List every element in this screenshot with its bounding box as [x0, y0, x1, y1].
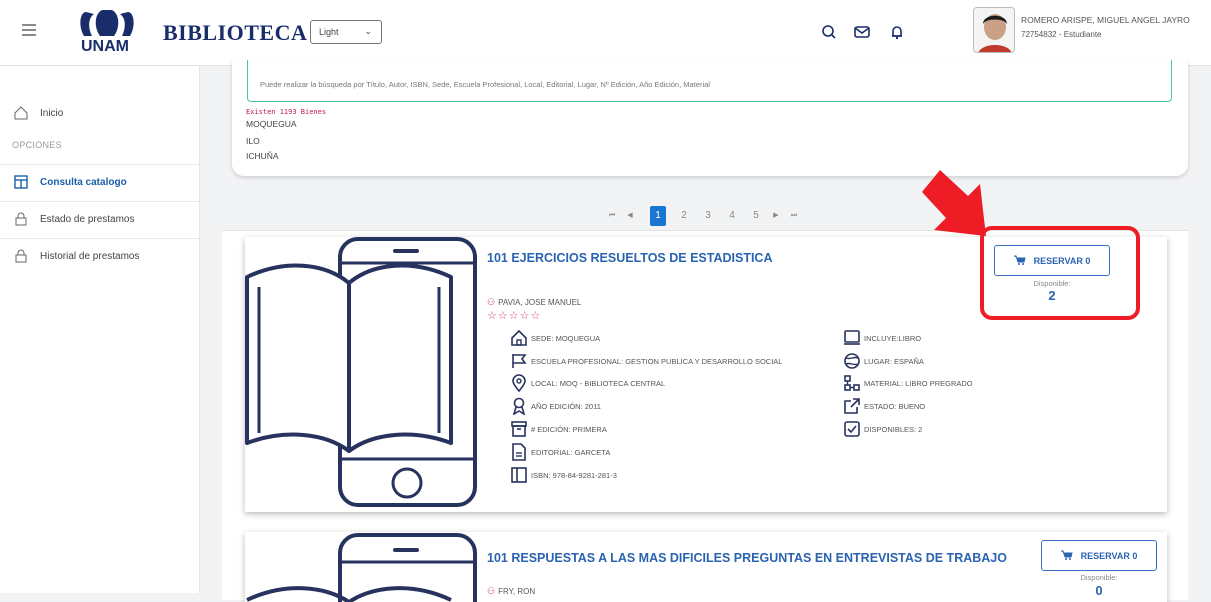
menu-icon[interactable] — [22, 24, 36, 36]
page-2-button[interactable]: 2 — [676, 206, 692, 226]
attr-value: ESTADO: BUENO — [864, 401, 926, 411]
place-item: MOQUEGUA — [246, 119, 297, 129]
theme-select-value: Light — [319, 27, 339, 37]
attr-disponibles: DISPONIBLES: 2 — [843, 420, 922, 438]
reserve-button[interactable]: RESERVAR 0 — [1041, 540, 1157, 571]
attr-value: AÑO EDICIÓN: 2011 — [531, 401, 601, 411]
result-author: ⚇ PAVIA, JOSE MANUEL — [487, 297, 581, 308]
page-5-button[interactable]: 5 — [748, 206, 764, 226]
result-title[interactable]: 101 EJERCICIOS RESUELTOS DE ESTADISTICA — [487, 251, 772, 265]
attr-value: LOCAL: MOQ - BIBLIOTECA CENTRAL — [531, 378, 666, 388]
available-value: 0 — [1095, 583, 1103, 598]
attr-value: MATERIAL: LIBRO PREGRADO — [864, 378, 973, 388]
user-role: 72754832 - Estudiante — [1021, 30, 1102, 39]
sidebar-item-label: Historial de prestamos — [40, 251, 140, 262]
attr-value: EDITORIAL: GARCETA — [531, 447, 611, 457]
attr-material: MATERIAL: LIBRO PREGRADO — [843, 374, 973, 392]
catalog-icon — [14, 175, 28, 189]
attr-value: LUGAR: ESPAÑA — [864, 356, 924, 366]
author-name: FRY, RON — [498, 587, 536, 596]
avatar[interactable] — [973, 7, 1015, 53]
lock-icon — [15, 212, 27, 226]
result-title[interactable]: 101 RESPUESTAS A LAS MAS DIFICILES PREGU… — [487, 551, 1007, 565]
author-name: PAVIA, JOSE MANUEL — [498, 298, 582, 307]
first-page-button[interactable]: ⏮ — [604, 206, 620, 226]
user-name: ROMERO ARISPE, MIGUEL ANGEL JAYRO — [1021, 15, 1190, 25]
place-item: ICHUÑA — [246, 151, 279, 161]
top-bar: UNAM BIBLIOTECA Light ⌄ ROMERO ARISPE, M… — [0, 0, 1211, 66]
cart-icon — [1060, 550, 1073, 562]
attr-local: LOCAL: MOQ - BIBLIOTECA CENTRAL — [510, 374, 665, 392]
book-phone-icon — [246, 533, 477, 602]
theme-select[interactable]: Light ⌄ — [310, 20, 382, 44]
sidebar-item-estado-prestamos[interactable]: Estado de prestamos — [0, 201, 200, 238]
document-icon — [512, 443, 526, 461]
attr-isbn: ISBN: 978-84-9281-281-3 — [510, 466, 617, 484]
sidebar-item-consulta-catalogo[interactable]: Consulta catalogo — [0, 164, 200, 201]
home-icon — [511, 329, 527, 346]
mail-icon[interactable] — [852, 22, 872, 42]
external-link-icon — [844, 398, 860, 414]
highlight-box — [980, 226, 1140, 320]
users-icon: ⚇ — [487, 297, 496, 307]
lock-icon — [15, 249, 27, 263]
attr-value: ESCUELA PROFESIONAL: GESTION PUBLICA Y D… — [531, 356, 783, 366]
attr-estado: ESTADO: BUENO — [843, 397, 925, 415]
attr-sede: SEDE: MOQUEGUA — [510, 329, 600, 347]
page-1-button[interactable]: 1 — [650, 206, 666, 226]
attr-anio: AÑO EDICIÓN: 2011 — [510, 397, 601, 415]
attr-escuela: ESCUELA PROFESIONAL: GESTION PUBLICA Y D… — [510, 352, 782, 370]
network-icon — [844, 375, 860, 391]
globe-icon — [844, 353, 860, 369]
checkbox-icon — [844, 421, 860, 437]
bell-icon[interactable] — [887, 22, 907, 42]
laptop-icon — [844, 330, 860, 345]
last-page-button[interactable]: ⏭ — [786, 206, 802, 226]
prev-page-button[interactable]: ◀ — [622, 206, 638, 226]
flag-icon — [512, 354, 527, 368]
users-icon: ⚇ — [487, 586, 496, 596]
result-card: 101 RESPUESTAS A LAS MAS DIFICILES PREGU… — [245, 532, 1167, 602]
book-icon — [511, 467, 527, 483]
sidebar-item-historial-prestamos[interactable]: Historial de prestamos — [0, 238, 200, 275]
award-icon — [512, 397, 526, 415]
attr-editorial: EDITORIAL: GARCETA — [510, 443, 610, 461]
sidebar-item-label: Inicio — [40, 108, 64, 119]
pagination: ⏮ ◀ 1 2 3 4 5 ▶ ⏭ — [604, 206, 804, 226]
location-pin-icon — [512, 374, 526, 392]
sidebar-item-label: Consulta catalogo — [40, 177, 127, 188]
page-4-button[interactable]: 4 — [724, 206, 740, 226]
archive-icon — [511, 421, 527, 437]
attr-incluye: INCLUYE:LIBRO — [843, 329, 921, 347]
place-item: ILO — [246, 136, 260, 146]
book-phone-icon — [245, 237, 477, 507]
attr-lugar: LUGAR: ESPAÑA — [843, 352, 924, 370]
attr-value: INCLUYE:LIBRO — [864, 333, 922, 343]
app-title: BIBLIOTECA — [163, 20, 308, 45]
sidebar-section-label: OPCIONES — [12, 140, 62, 150]
next-page-button[interactable]: ▶ — [768, 206, 784, 226]
rating-stars[interactable]: ☆☆☆☆☆ — [487, 309, 541, 322]
attr-value: # EDICIÓN: PRIMERA — [531, 424, 607, 434]
result-count: Existen 1193 Bienes — [246, 108, 327, 116]
reserve-button-label: RESERVAR 0 — [1080, 550, 1138, 561]
search-input[interactable]: Puede realizar la búsqueda por Título, A… — [247, 60, 1172, 102]
sidebar-item-inicio[interactable]: Inicio — [0, 96, 200, 133]
attr-value: DISPONIBLES: 2 — [864, 424, 923, 434]
attr-value: SEDE: MOQUEGUA — [531, 333, 601, 343]
search-icon[interactable] — [819, 22, 839, 42]
unam-logo: UNAM — [72, 8, 142, 60]
search-hint: Puede realizar la búsqueda por Título, A… — [260, 80, 710, 89]
attr-edicion: # EDICIÓN: PRIMERA — [510, 420, 607, 438]
sidebar: Inicio OPCIONES Consulta catalogo Estado… — [0, 66, 200, 593]
available-label: Disponible: — [1080, 573, 1118, 582]
result-author: ⚇ FRY, RON — [487, 586, 535, 597]
home-icon — [14, 106, 28, 120]
page-3-button[interactable]: 3 — [700, 206, 716, 226]
chevron-down-icon: ⌄ — [364, 26, 372, 36]
attr-value: ISBN: 978-84-9281-281-3 — [531, 470, 617, 480]
search-card: Puede realizar la búsqueda por Título, A… — [232, 60, 1188, 176]
sidebar-item-label: Estado de prestamos — [40, 214, 135, 225]
logo-text: UNAM — [81, 38, 129, 55]
